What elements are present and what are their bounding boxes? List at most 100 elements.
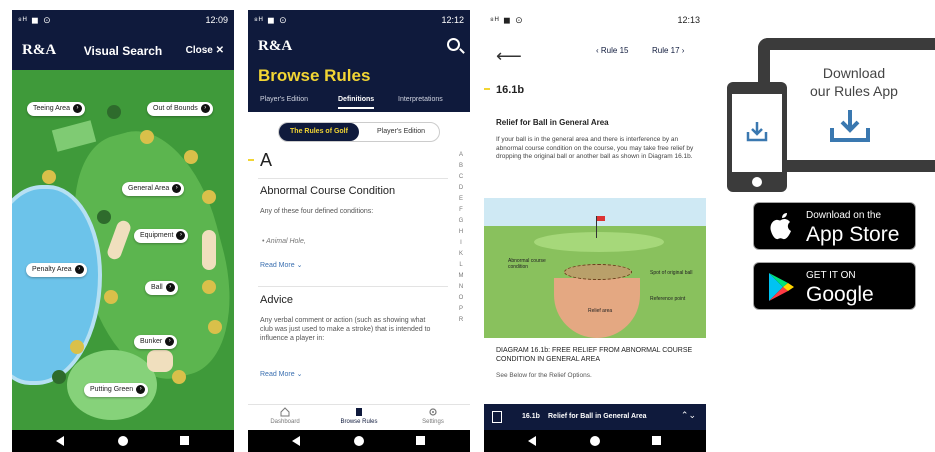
map-label-ball[interactable]: Ball › bbox=[145, 281, 178, 295]
footer-rule-title: Relief for Ball in General Area bbox=[548, 413, 647, 420]
diagram-caption: DIAGRAM 16.1b: FREE RELIEF FROM ABNORMAL… bbox=[496, 347, 693, 363]
home-icon[interactable] bbox=[118, 436, 128, 446]
status-bar: ⁸ᴴ ◼ ⊙ 12:12 bbox=[248, 10, 470, 30]
toggle-rules-of-golf[interactable]: The Rules of Golf bbox=[279, 123, 359, 141]
diagram-sky bbox=[484, 198, 706, 226]
definition-term[interactable]: Abnormal Course Condition bbox=[260, 185, 395, 197]
alphabet-letter[interactable]: L bbox=[456, 262, 466, 273]
alphabet-letter[interactable]: R bbox=[456, 317, 466, 328]
course-map: Teeing Area › Out of Bounds › General Area… bbox=[12, 70, 234, 430]
tree-icon bbox=[107, 105, 121, 119]
toggle-players-edition[interactable]: Player's Edition bbox=[361, 123, 441, 141]
android-nav-bar bbox=[12, 430, 234, 452]
home-icon[interactable] bbox=[354, 436, 364, 446]
expand-icon[interactable]: ⌃⌄ bbox=[681, 410, 696, 421]
chevron-right-icon: › bbox=[72, 104, 82, 113]
back-icon[interactable] bbox=[292, 436, 300, 446]
tree-icon bbox=[202, 280, 216, 294]
tab-interpretations[interactable]: Interpretations bbox=[398, 96, 443, 103]
flag-icon bbox=[596, 216, 605, 238]
next-rule-link[interactable]: Rule 17 › bbox=[652, 46, 684, 55]
search-icon[interactable] bbox=[447, 38, 460, 51]
map-label-general-area[interactable]: General Area › bbox=[122, 182, 185, 196]
map-label-putting-green[interactable]: Putting Green › bbox=[84, 383, 149, 397]
map-label-penalty-area[interactable]: Penalty Area › bbox=[26, 263, 87, 277]
alphabet-letter[interactable]: D bbox=[456, 185, 466, 196]
alphabet-letter[interactable]: F bbox=[456, 207, 466, 218]
status-time: 12:12 bbox=[441, 15, 464, 25]
nav-dashboard[interactable]: Dashboard bbox=[248, 407, 322, 425]
alphabet-letter[interactable]: K bbox=[456, 251, 466, 262]
map-label-equipment[interactable]: Equipment › bbox=[134, 229, 189, 243]
recent-apps-icon[interactable] bbox=[180, 436, 189, 445]
home-icon[interactable] bbox=[590, 436, 600, 446]
close-button[interactable]: Close ✕ bbox=[186, 45, 224, 56]
diagram-label: Relief area bbox=[588, 308, 613, 314]
tree-icon bbox=[97, 210, 111, 224]
ra-logo: R&A bbox=[258, 38, 293, 54]
alphabet-letter[interactable]: E bbox=[456, 196, 466, 207]
read-more-link[interactable]: Read More ⌄ bbox=[260, 370, 302, 378]
status-bar: ⁸ᴴ ◼ ⊙ 12:13 bbox=[484, 10, 706, 30]
gear-icon bbox=[429, 408, 437, 416]
alphabet-letter[interactable]: I bbox=[456, 240, 466, 251]
chevron-right-icon: › bbox=[165, 337, 175, 346]
definition-term[interactable]: Advice bbox=[260, 294, 293, 306]
alphabet-letter[interactable]: O bbox=[456, 295, 466, 306]
tree-icon bbox=[172, 370, 186, 384]
alphabet-index[interactable]: ABCDEFGHIKLMNOPR bbox=[456, 152, 466, 328]
divider bbox=[258, 178, 448, 179]
bottom-nav: Dashboard Browse Rules Settings bbox=[248, 404, 470, 430]
tree-icon bbox=[184, 150, 198, 164]
chevron-right-icon: › bbox=[172, 184, 182, 193]
previous-rule-link[interactable]: ‹ Rule 15 bbox=[596, 46, 628, 55]
alphabet-letter[interactable]: A bbox=[456, 152, 466, 163]
map-label-bunker[interactable]: Bunker › bbox=[134, 335, 178, 349]
recent-apps-icon[interactable] bbox=[652, 436, 661, 445]
map-label-teeing-area[interactable]: Teeing Area › bbox=[27, 102, 85, 116]
footer-rule-number: 16.1b bbox=[522, 413, 540, 420]
phone-visual-search: ⁸ᴴ ◼ ⊙ 12:09 R&A Visual Search Close ✕ T… bbox=[12, 10, 234, 452]
back-icon[interactable] bbox=[56, 436, 64, 446]
read-more-link[interactable]: Read More ⌄ bbox=[260, 261, 302, 269]
map-label-out-of-bounds[interactable]: Out of Bounds › bbox=[147, 102, 213, 116]
teeing-area-shape bbox=[51, 120, 97, 152]
rule-footer-bar[interactable]: 16.1b Relief for Ball in General Area ⌃⌄ bbox=[484, 404, 706, 430]
page-title: Browse Rules bbox=[258, 66, 371, 85]
diagram-condition bbox=[564, 264, 632, 280]
google-play-icon bbox=[769, 273, 794, 301]
nav-browse-rules[interactable]: Browse Rules bbox=[322, 407, 396, 425]
nav-settings[interactable]: Settings bbox=[396, 407, 470, 425]
diagram-label: Abnormal course condition bbox=[508, 258, 546, 270]
download-icon bbox=[746, 122, 768, 142]
tab-definitions[interactable]: Definitions bbox=[338, 96, 375, 109]
alphabet-letter[interactable]: G bbox=[456, 218, 466, 229]
recent-apps-icon[interactable] bbox=[416, 436, 425, 445]
back-icon[interactable] bbox=[528, 436, 536, 446]
divider bbox=[258, 286, 448, 287]
diagram-caption-sub: See Below for the Relief Options. bbox=[496, 372, 592, 379]
app-store-badge[interactable]: Download on the App Store bbox=[753, 202, 916, 250]
definition-text: Any of these four defined conditions: bbox=[260, 208, 374, 215]
alphabet-letter[interactable]: C bbox=[456, 174, 466, 185]
back-arrow-icon[interactable]: ⟵ bbox=[496, 46, 522, 67]
alphabet-letter[interactable]: H bbox=[456, 229, 466, 240]
tree-icon bbox=[208, 320, 222, 334]
alphabet-letter[interactable]: P bbox=[456, 306, 466, 317]
tree-icon bbox=[52, 370, 66, 384]
tree-icon bbox=[70, 340, 84, 354]
tab-players-edition[interactable]: Player's Edition bbox=[260, 96, 308, 103]
alphabet-letter[interactable]: M bbox=[456, 273, 466, 284]
alphabet-letter[interactable]: B bbox=[456, 163, 466, 174]
google-play-badge[interactable]: GET IT ON Google play bbox=[753, 262, 916, 330]
phone-illustration bbox=[727, 82, 787, 192]
rule-heading: Relief for Ball in General Area bbox=[496, 118, 609, 127]
definition-bullet: • Animal Hole, bbox=[262, 238, 306, 245]
edition-toggle: The Rules of Golf Player's Edition bbox=[278, 122, 440, 142]
alphabet-letter[interactable]: N bbox=[456, 284, 466, 295]
chevron-right-icon: › bbox=[176, 231, 186, 240]
contents-icon[interactable] bbox=[492, 411, 502, 423]
apple-icon bbox=[770, 213, 791, 240]
relief-diagram[interactable]: Abnormal course condition Spot of origin… bbox=[484, 198, 706, 338]
section-letter: A bbox=[260, 150, 273, 170]
